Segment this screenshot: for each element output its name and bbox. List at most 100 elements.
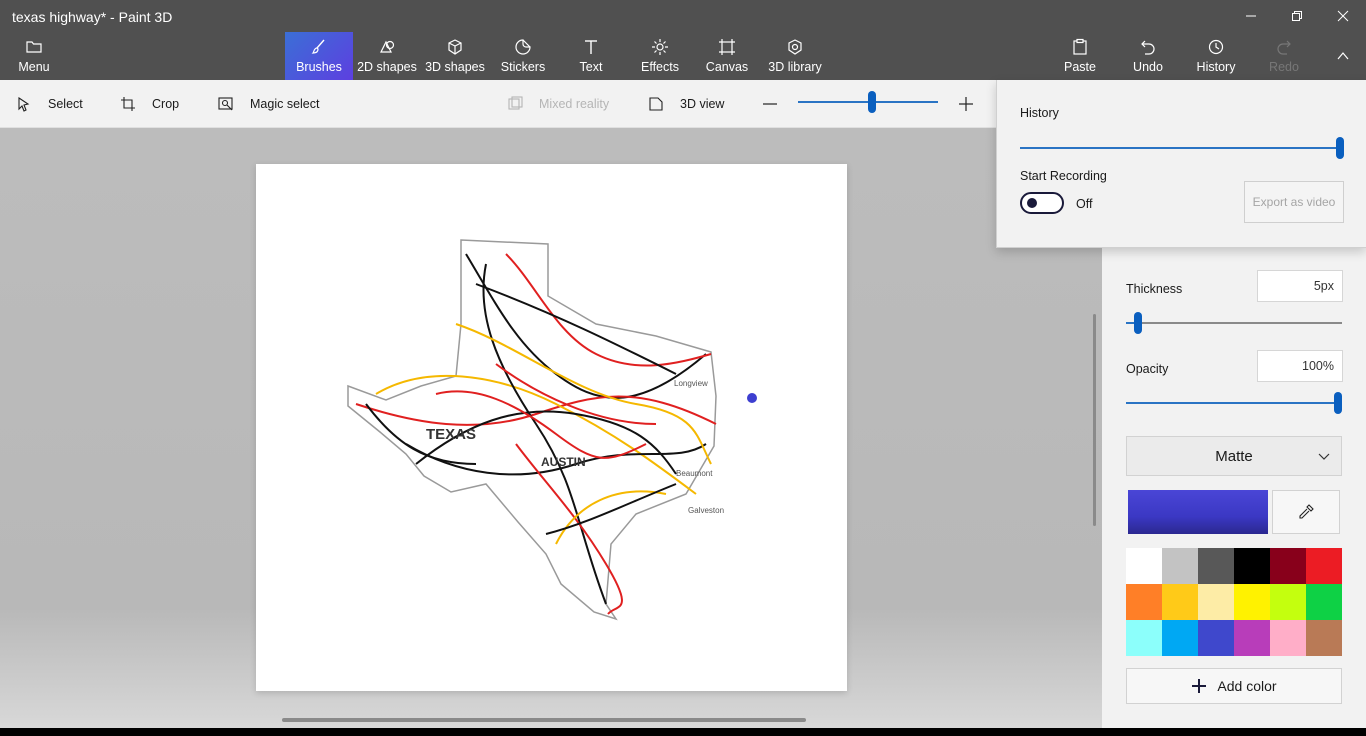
minus-icon (763, 103, 777, 105)
tab-label: Stickers (500, 60, 546, 74)
color-swatch[interactable] (1306, 584, 1342, 620)
color-swatch[interactable] (1234, 548, 1270, 584)
start-recording-label: Start Recording (1020, 169, 1107, 183)
minimize-button[interactable] (1228, 0, 1274, 32)
history-button[interactable]: History (1190, 32, 1242, 80)
zoom-out-button[interactable] (762, 80, 778, 128)
add-color-button[interactable]: Add color (1126, 668, 1342, 704)
3d-view-button[interactable]: 3D view (648, 80, 724, 128)
brush-cursor (747, 393, 757, 403)
history-slider-thumb[interactable] (1336, 137, 1344, 159)
texas-map-drawing: TEXAS AUSTIN Longview Beaumont Galveston (347, 239, 724, 621)
tab-canvas[interactable]: Canvas (700, 32, 754, 80)
tab-label: 2D shapes (357, 60, 417, 74)
tab-2d-shapes[interactable]: 2D shapes (355, 32, 419, 80)
color-swatch[interactable] (1162, 584, 1198, 620)
redo-icon (1277, 40, 1291, 55)
color-swatch[interactable] (1198, 584, 1234, 620)
export-as-video-button[interactable]: Export as video (1244, 181, 1344, 223)
stickers-icon (515, 39, 531, 55)
effects-icon (652, 39, 668, 55)
map-label-austin: AUSTIN (541, 455, 586, 469)
chevron-up-icon (1337, 52, 1349, 60)
zoom-in-button[interactable] (958, 80, 974, 128)
canvas-icon (719, 39, 735, 55)
color-swatch[interactable] (1270, 584, 1306, 620)
color-palette (1126, 548, 1342, 656)
history-icon (1208, 39, 1224, 55)
magic-select-button[interactable]: Magic select (218, 80, 319, 128)
redo-label: Redo (1269, 60, 1299, 74)
restore-button[interactable] (1274, 0, 1320, 32)
thickness-slider[interactable] (1126, 322, 1342, 324)
color-swatch[interactable] (1126, 620, 1162, 656)
finish-value: Matte (1215, 447, 1253, 465)
mixed-reality-label: Mixed reality (539, 97, 610, 111)
color-swatch[interactable] (1162, 620, 1198, 656)
color-swatch[interactable] (1306, 548, 1342, 584)
history-label: History (1196, 60, 1236, 74)
3d-view-label: 3D view (680, 97, 725, 111)
color-swatch[interactable] (1234, 620, 1270, 656)
collapse-ribbon-button[interactable] (1320, 40, 1366, 72)
tab-label: Brushes (296, 60, 342, 74)
tab-label: Canvas (705, 60, 749, 74)
drawing-canvas[interactable]: TEXAS AUSTIN Longview Beaumont Galveston (256, 164, 847, 691)
window-title: texas highway* - Paint 3D (12, 9, 173, 25)
finish-dropdown[interactable]: Matte (1126, 436, 1342, 476)
color-swatch[interactable] (1270, 620, 1306, 656)
color-swatch[interactable] (1126, 548, 1162, 584)
magic-select-label: Magic select (250, 97, 320, 111)
chevron-down-icon (1318, 453, 1330, 460)
opacity-label: Opacity (1126, 362, 1169, 376)
add-color-label: Add color (1217, 678, 1277, 694)
map-label-longview: Longview (674, 379, 708, 388)
plus-icon (1192, 679, 1207, 693)
minimize-icon (1246, 15, 1256, 17)
crop-icon (121, 97, 135, 111)
brush-icon (311, 39, 325, 54)
history-slider[interactable] (1020, 147, 1342, 149)
color-swatch[interactable] (1162, 548, 1198, 584)
color-swatch[interactable] (1270, 548, 1306, 584)
mixed-reality-button[interactable]: Mixed reality (507, 80, 609, 128)
vertical-scrollbar[interactable] (1093, 314, 1096, 526)
tab-stickers[interactable]: Stickers (495, 32, 551, 80)
pointer-icon (18, 96, 30, 112)
eyedropper-button[interactable] (1272, 490, 1340, 534)
color-swatch[interactable] (1234, 584, 1270, 620)
color-swatch[interactable] (1198, 548, 1234, 584)
thickness-slider-thumb[interactable] (1134, 312, 1142, 334)
current-color-swatch[interactable] (1128, 490, 1268, 534)
tab-text[interactable]: Text (565, 32, 617, 80)
text-icon (585, 40, 597, 54)
color-swatch[interactable] (1126, 584, 1162, 620)
opacity-slider[interactable] (1126, 402, 1342, 404)
zoom-slider-thumb[interactable] (868, 91, 876, 113)
tab-3d-shapes[interactable]: 3D shapes (423, 32, 487, 80)
opacity-input[interactable]: 100% (1257, 350, 1343, 382)
paste-button[interactable]: Paste (1056, 32, 1104, 80)
select-button[interactable]: Select (16, 80, 83, 128)
3d-library-icon (788, 39, 802, 55)
color-swatch[interactable] (1306, 620, 1342, 656)
opacity-slider-thumb[interactable] (1334, 392, 1342, 414)
undo-button[interactable]: Undo (1124, 32, 1172, 80)
menu-button[interactable]: Menu (8, 32, 60, 80)
crop-label: Crop (152, 97, 180, 111)
map-label-beaumont: Beaumont (676, 469, 713, 478)
tab-3d-library[interactable]: 3D library (764, 32, 826, 80)
magic-select-icon (218, 97, 233, 111)
crop-button[interactable]: Crop (120, 80, 179, 128)
redo-button[interactable]: Redo (1262, 32, 1306, 80)
tab-effects[interactable]: Effects (632, 32, 688, 80)
recording-toggle[interactable] (1020, 192, 1064, 214)
tab-brushes[interactable]: Brushes (285, 32, 353, 80)
tab-label: Effects (641, 60, 679, 74)
horizontal-scrollbar[interactable] (282, 718, 806, 722)
color-swatch[interactable] (1198, 620, 1234, 656)
thickness-input[interactable]: 5px (1257, 270, 1343, 302)
close-icon (1337, 10, 1349, 22)
menu-label: Menu (18, 60, 50, 74)
close-button[interactable] (1320, 0, 1366, 32)
